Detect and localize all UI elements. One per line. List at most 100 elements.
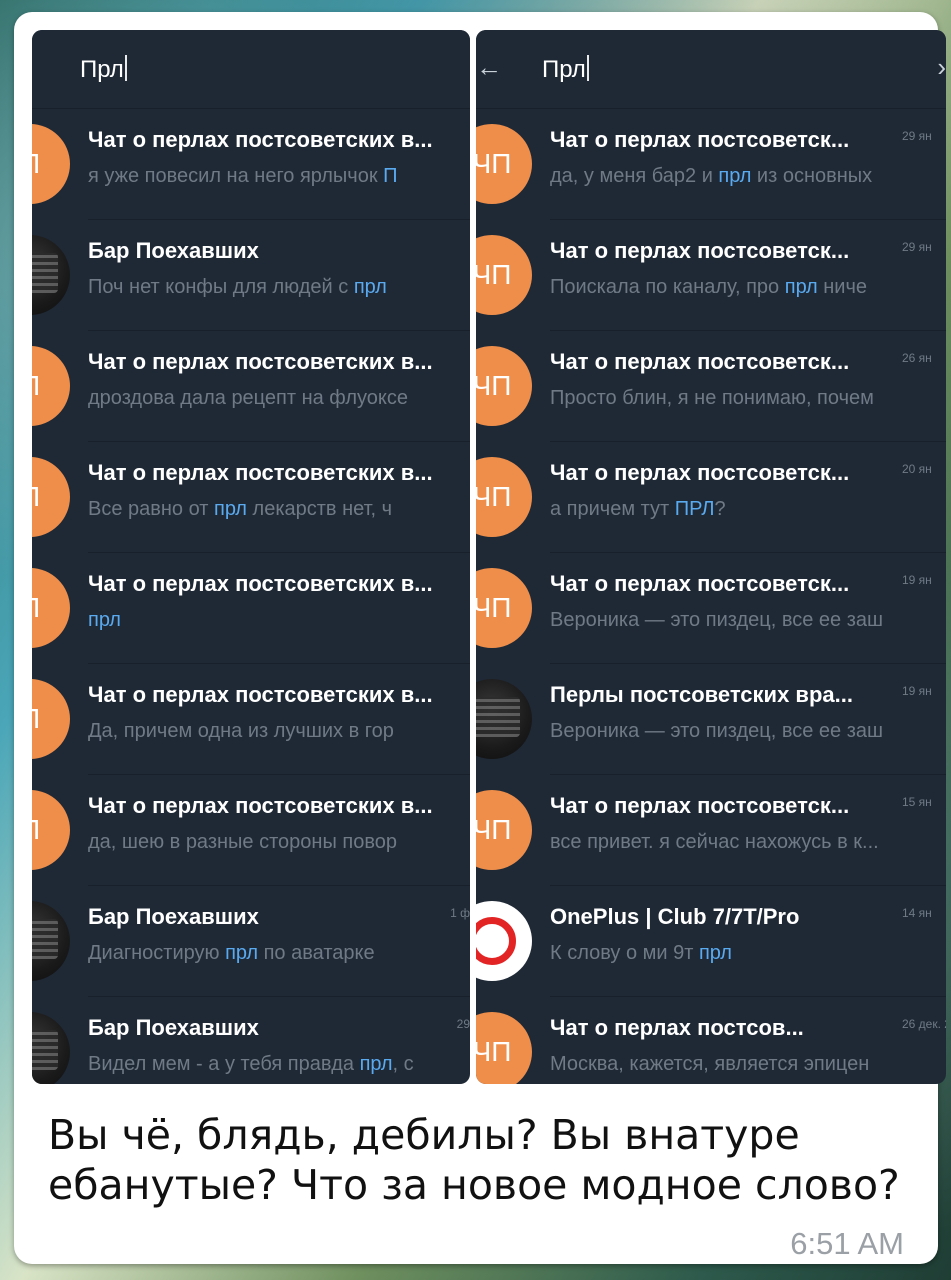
message-snippet: Вероника — это пиздец, все ее заш [550, 720, 946, 743]
snippet-text: да, шею в разные стороны повор [88, 831, 397, 853]
snippet-text: а причем тут [550, 498, 675, 520]
snippet-text: Все равно от [88, 498, 215, 520]
search-highlight: прл [225, 942, 259, 964]
snippet-text-after: , с [392, 1053, 414, 1075]
result-date: 26 ян [902, 351, 932, 365]
snippet-text: все привет. я сейчас нахожусь в к... [550, 831, 879, 853]
search-result-row[interactable]: Бар Поехавших Поч нет конфы для людей с п… [32, 220, 470, 331]
result-date: 19 ян [902, 573, 932, 587]
snippet-text: да, у меня бар2 и [550, 165, 719, 187]
result-date: 29 ян [902, 240, 932, 254]
chat-title: Чат о перлах постсоветск... [550, 238, 850, 263]
message-snippet: Москва, кажется, является эпицен [550, 1053, 946, 1076]
snippet-text: дроздова дала рецепт на флуоксе [88, 387, 408, 409]
search-result-row[interactable]: П Чат о перлах постсоветских в... я уже по… [32, 109, 470, 220]
chat-title: Чат о перлах постсоветских в... [88, 793, 433, 818]
message-snippet: а причем тут ПРЛ? [550, 498, 946, 521]
search-result-row[interactable]: OnePlus | Club 7/7T/Pro 14 ян К слову о ми… [476, 886, 946, 997]
search-highlight: прл [214, 498, 247, 520]
chat-avatar: ЧП [476, 457, 532, 537]
snippet-text: Москва, кажется, является эпицен [550, 1053, 870, 1075]
chat-avatar [32, 235, 70, 315]
result-date: 15 ян [902, 795, 932, 809]
chat-avatar: П [32, 679, 70, 759]
chat-title: Чат о перлах постсоветских в... [88, 349, 433, 374]
result-date: 14 ян [902, 906, 932, 920]
search-result-row[interactable]: П Чат о перлах постсоветских в... да, шею … [32, 775, 470, 886]
chat-avatar: ЧП [476, 1012, 532, 1084]
search-result-row[interactable]: ЧП Чат о перлах постсоветск... 15 ян все пр… [476, 775, 946, 886]
chat-title: Чат о перлах постсоветск... [550, 793, 850, 818]
search-result-row[interactable]: ЧП Чат о перлах постсоветск... 29 ян Поиска… [476, 220, 946, 331]
message-text: Вы чё, блядь, дебилы? Вы внатуре ебануты… [48, 1111, 900, 1209]
search-result-row[interactable]: П Чат о перлах постсоветских в... Все равн… [32, 442, 470, 553]
chat-title: Чат о перлах постсоветских в... [88, 682, 433, 707]
chat-title: Чат о перлах постсов... [550, 1015, 804, 1040]
left-search-input: Прл [80, 55, 127, 84]
search-result-row[interactable]: ЧП Чат о перлах постсоветск... 29 ян да, у … [476, 109, 946, 220]
search-result-row[interactable]: ЧП Чат о перлах постсоветск... 19 ян Верони… [476, 553, 946, 664]
chat-avatar: ЧП [476, 346, 532, 426]
message-snippet: прл [88, 609, 468, 632]
chat-title: Чат о перлах постсоветских в... [88, 127, 433, 152]
snippet-text: К слову о ми 9т [550, 942, 699, 964]
message-snippet: Поискала по каналу, про прл ниче [550, 276, 946, 299]
result-date: 20 ян [902, 462, 932, 476]
message-bubble: Прл П Чат о перлах постсоветских в... я уж… [14, 12, 946, 1264]
chat-avatar: ЧП [476, 235, 532, 315]
chat-title: Перлы постсоветских вра... [550, 682, 853, 707]
chat-avatar [476, 901, 532, 981]
message-snippet: да, шею в разные стороны повор [88, 831, 468, 854]
message-snippet: дроздова дала рецепт на флуоксе [88, 387, 468, 410]
chat-avatar: ЧП [476, 124, 532, 204]
search-result-row[interactable]: ЧП Чат о перлах постсоветск... 26 ян Просто… [476, 331, 946, 442]
result-date: 29 [456, 1017, 470, 1031]
chat-avatar: П [32, 124, 70, 204]
snippet-text: Диагностирую [88, 942, 226, 964]
chat-title: Бар Поехавших [88, 1015, 259, 1040]
result-date: 19 ян [902, 684, 932, 698]
search-result-row[interactable]: Перлы постсоветских вра... 19 ян Вероника … [476, 664, 946, 775]
chat-title: Чат о перлах постсоветских в... [88, 460, 433, 485]
message-snippet: Да, причем одна из лучших в гор [88, 720, 468, 743]
search-result-row[interactable]: П Чат о перлах постсоветских в... дроздова… [32, 331, 470, 442]
search-highlight: прл [88, 609, 121, 631]
right-results-list: ЧП Чат о перлах постсоветск... 29 ян да, у … [476, 109, 946, 1084]
search-result-row[interactable]: ЧП Чат о перлах постсоветск... 20 ян а прич… [476, 442, 946, 553]
search-highlight: прл [359, 1053, 393, 1075]
chat-title: Бар Поехавших [88, 238, 259, 263]
search-highlight: прл [353, 276, 387, 298]
message-snippet: Поч нет конфы для людей с прл [88, 276, 468, 299]
search-result-row[interactable]: П Чат о перлах постсоветских в... Да, прич… [32, 664, 470, 775]
snippet-text: Просто блин, я не понимаю, почем [550, 387, 874, 409]
oneplus-logo-icon [476, 917, 516, 965]
chat-title: Бар Поехавших [88, 904, 259, 929]
snippet-text-after: ниче [817, 276, 868, 298]
message-time: 6:51 AM [790, 1226, 904, 1261]
message-snippet: Вероника — это пиздец, все ее заш [550, 609, 946, 632]
chat-title: OnePlus | Club 7/7T/Pro [550, 904, 800, 929]
snippet-text-after: ? [714, 498, 726, 520]
chat-avatar: П [32, 457, 70, 537]
chat-title: Чат о перлах постсоветск... [550, 127, 850, 152]
message-snippet: Просто блин, я не понимаю, почем [550, 387, 946, 410]
result-date: 26 дек. 2019 [902, 1017, 946, 1031]
snippet-text: Поискала по каналу, про [550, 276, 785, 298]
search-highlight: прл [698, 942, 732, 964]
right-screenshot: ← Прл › ЧП Чат о перлах постсоветск... 29 … [476, 30, 946, 1084]
back-arrow-icon: ← [476, 52, 502, 82]
snippet-text: Да, причем одна из лучших в гор [88, 720, 394, 742]
search-result-row[interactable]: Бар Поехавших 29 Видел мем - а у тебя прав… [32, 997, 470, 1084]
search-highlight: П [383, 165, 398, 187]
search-highlight: прл [718, 165, 752, 187]
search-result-row[interactable]: Бар Поехавших 1 ф Диагностирую прл по ават… [32, 886, 470, 997]
snippet-text: я уже повесил на него ярлычок [88, 165, 384, 187]
chat-avatar [32, 901, 70, 981]
chat-title: Чат о перлах постсоветских в... [88, 571, 433, 596]
snippet-text: Поч нет конфы для людей с [88, 276, 354, 298]
chat-title: Чат о перлах постсоветск... [550, 349, 850, 374]
chat-title: Чат о перлах постсоветск... [550, 460, 850, 485]
search-result-row[interactable]: П Чат о перлах постсоветских в... прл [32, 553, 470, 664]
search-result-row[interactable]: ЧП Чат о перлах постсов... 26 дек. 2019 Мос… [476, 997, 946, 1084]
left-screenshot: Прл П Чат о перлах постсоветских в... я уж… [32, 30, 470, 1084]
